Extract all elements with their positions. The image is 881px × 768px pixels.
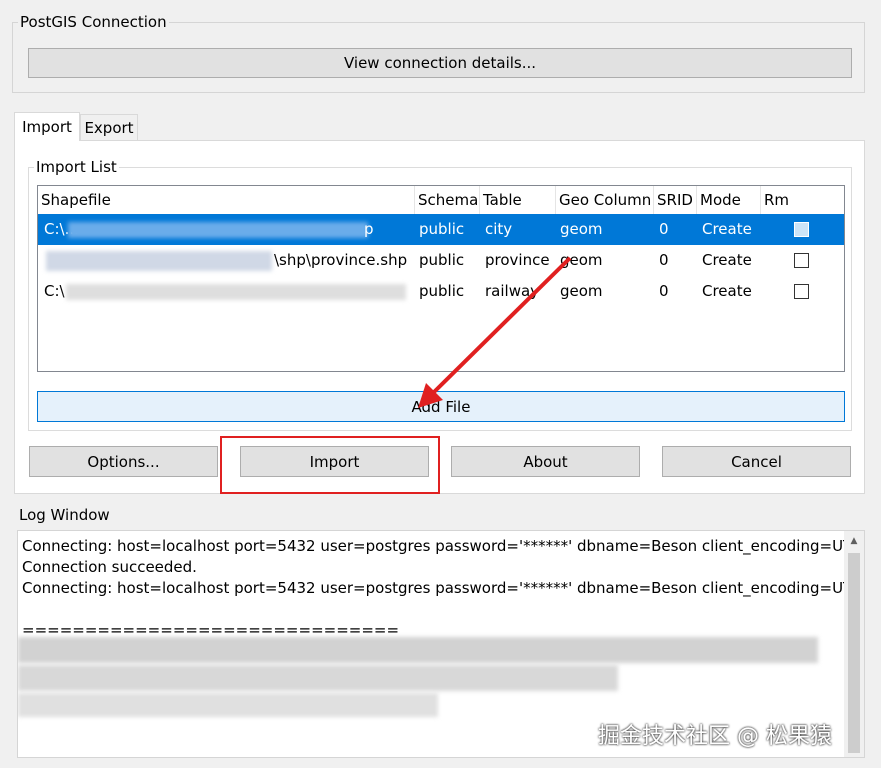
view-connection-details-button[interactable]: View connection details...: [28, 48, 852, 78]
shapefile-tail-cell: p: [364, 220, 374, 238]
schema-cell: public: [419, 220, 465, 238]
rm-checkbox[interactable]: [794, 284, 809, 299]
log-line: Connecting: host=localhost port=5432 use…: [22, 579, 865, 597]
mode-cell: Create: [702, 251, 752, 269]
redacted-log: [18, 693, 438, 717]
import-list-view[interactable]: Shapefile Schema Table Geo Column SRID M…: [37, 185, 845, 372]
annotation-highlight-box: [220, 436, 440, 494]
geo-column-cell: geom: [560, 251, 603, 269]
srid-cell: 0: [659, 282, 669, 300]
column-header-schema[interactable]: Schema: [415, 186, 480, 214]
table-cell: railway: [485, 282, 540, 300]
redacted-log: [18, 637, 818, 663]
table-row[interactable]: \shp\province.shp public province geom 0…: [38, 245, 844, 276]
column-header-srid[interactable]: SRID: [654, 186, 697, 214]
column-header-mode[interactable]: Mode: [697, 186, 761, 214]
cancel-button[interactable]: Cancel: [662, 446, 851, 477]
column-header-geo-column[interactable]: Geo Column: [556, 186, 654, 214]
options-button[interactable]: Options...: [29, 446, 218, 477]
postgis-connection-label: PostGIS Connection: [18, 12, 169, 32]
log-window-label: Log Window: [17, 505, 112, 525]
column-header-rm[interactable]: Rm: [761, 186, 811, 214]
srid-cell: 0: [659, 220, 669, 238]
table-cell: city: [485, 220, 513, 238]
table-row[interactable]: C:\ public railway geom 0 Create: [38, 276, 844, 307]
log-line: Connection succeeded.: [22, 558, 197, 576]
log-line: Connecting: host=localhost port=5432 use…: [22, 537, 865, 555]
geo-column-cell: geom: [560, 220, 603, 238]
redacted-path: [68, 222, 368, 238]
column-header-table[interactable]: Table: [480, 186, 556, 214]
add-file-button[interactable]: Add File: [37, 391, 845, 422]
rm-checkbox[interactable]: [794, 253, 809, 268]
rm-checkbox[interactable]: [794, 222, 809, 237]
tab-import[interactable]: Import: [14, 112, 80, 141]
column-header-shapefile[interactable]: Shapefile: [38, 186, 415, 214]
shapefile-cell: C:\: [44, 282, 65, 300]
geo-column-cell: geom: [560, 282, 603, 300]
log-scrollbar[interactable]: ▲: [844, 531, 864, 757]
import-list-label: Import List: [34, 157, 119, 177]
redacted-path: [66, 284, 406, 300]
about-button[interactable]: About: [451, 446, 640, 477]
redacted-path: [46, 251, 272, 271]
tab-export[interactable]: Export: [80, 114, 138, 141]
shapefile-tail-cell: \shp\province.shp: [274, 251, 408, 269]
mode-cell: Create: [702, 282, 752, 300]
scroll-up-arrow-icon[interactable]: ▲: [844, 531, 864, 551]
schema-cell: public: [419, 251, 465, 269]
redacted-log: [18, 665, 618, 691]
mode-cell: Create: [702, 220, 752, 238]
schema-cell: public: [419, 282, 465, 300]
table-cell: province: [485, 251, 550, 269]
srid-cell: 0: [659, 251, 669, 269]
list-header: Shapefile Schema Table Geo Column SRID M…: [38, 186, 844, 214]
watermark-text: 掘金技术社区 @ 松果猿: [598, 724, 832, 749]
table-row[interactable]: C:\... p public city geom 0 Create: [38, 214, 844, 245]
scroll-thumb[interactable]: [848, 553, 860, 753]
